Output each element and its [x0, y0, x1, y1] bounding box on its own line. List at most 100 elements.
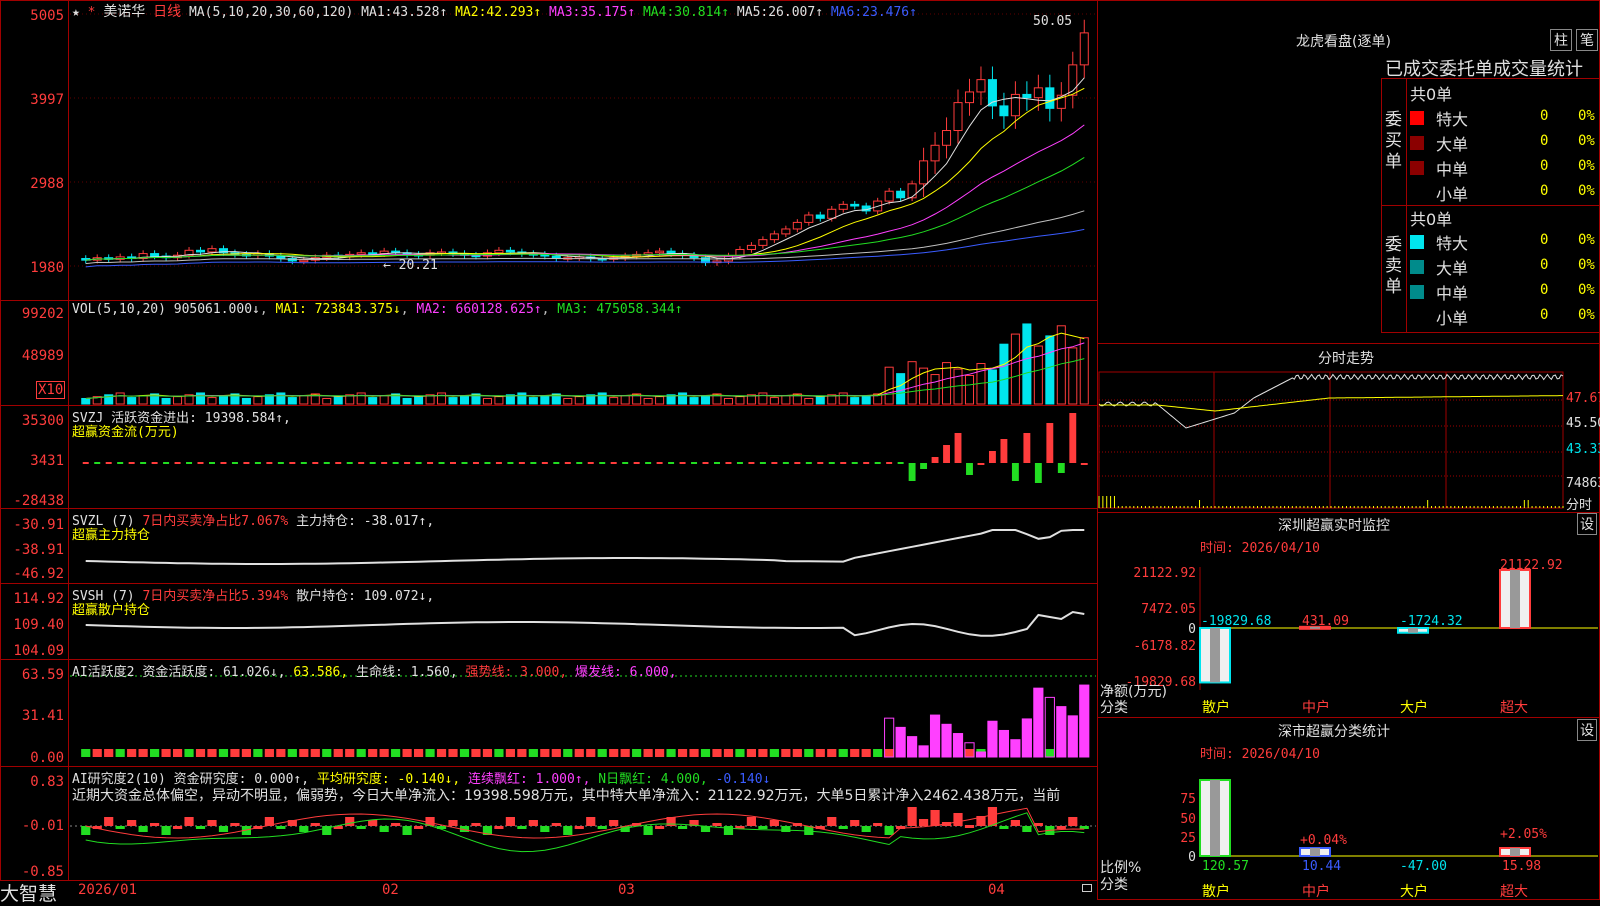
activity-base-bar — [288, 749, 297, 757]
ma6-label: MA6: — [831, 5, 862, 20]
volume-bar — [380, 396, 388, 404]
szmon-ytick: -6178.82 — [1100, 639, 1196, 654]
tag-icon: * — [88, 5, 96, 20]
activity-base-bar — [621, 749, 630, 757]
ma1-label: MA1: — [361, 5, 392, 20]
activity-base-bar — [414, 749, 423, 757]
lhkp-tick-button[interactable]: 笔 — [1576, 29, 1598, 51]
volume-bar — [323, 398, 331, 404]
candle-body — [747, 245, 755, 249]
activity-base-bar — [345, 749, 354, 757]
svzl-line1: 7日内买卖净占比7.067% — [142, 514, 288, 529]
research-bar — [345, 817, 354, 826]
fst-ytick: 47.67 — [1566, 391, 1600, 406]
research-bar — [517, 826, 526, 829]
fst-ytick: 45.50 — [1566, 416, 1600, 431]
vol-unit-badge[interactable]: X10 — [36, 381, 65, 399]
activity-base-bar — [253, 749, 262, 757]
svzj-ytick: 35300 — [0, 413, 64, 429]
kline-ytick: 5005 — [0, 8, 64, 24]
activity-base-bar — [184, 749, 193, 757]
activity-base-bar — [770, 749, 779, 757]
szmon-value: 21122.92 — [1500, 558, 1563, 573]
ma5-value: 26.007↑ — [768, 5, 823, 20]
svzl-line2: 主力持仓: -38.017↑, — [296, 514, 434, 529]
volume-bar — [1080, 338, 1088, 404]
research-bar — [127, 820, 136, 826]
szstat-bottom-val: 120.57 — [1202, 859, 1249, 874]
brand-logo: 大智慧 — [0, 879, 57, 906]
lhkp-bar-button[interactable]: 柱 — [1550, 29, 1572, 51]
activity-base-bar — [150, 749, 159, 757]
research-bar — [311, 823, 320, 826]
activity-base-bar — [139, 749, 148, 757]
fund-flow-bar — [920, 463, 927, 469]
szstat-settings-button[interactable]: 设 — [1577, 719, 1597, 741]
volume-bar — [208, 398, 216, 404]
volume-bar — [656, 397, 664, 404]
volume-bar — [162, 398, 170, 404]
research-bar — [391, 823, 400, 826]
szstat-bottom-val: -47.00 — [1400, 859, 1447, 874]
buy-row-qty: 0 — [1540, 133, 1548, 149]
ma1-value: 43.528↑ — [392, 5, 447, 20]
research-bar — [161, 826, 170, 835]
ma5-label: MA5: — [737, 5, 768, 20]
lhkp-side-divider — [1406, 78, 1407, 333]
candle-body — [977, 80, 985, 92]
volume-bar — [805, 398, 813, 404]
activity-base-bar — [494, 749, 503, 757]
szstat-pct: +2.05% — [1500, 827, 1547, 842]
szstat-time: 时间: 2026/04/10 — [1200, 743, 1320, 762]
research-bar — [219, 826, 228, 832]
fund-flow-bar — [1069, 413, 1076, 463]
activity-base-bar — [506, 749, 515, 757]
sell-row-pct: 0% — [1578, 232, 1595, 248]
research-bar — [908, 807, 917, 826]
candle-body — [1034, 88, 1042, 98]
sell-row-pct: 0% — [1578, 307, 1595, 323]
buy-row-pct: 0% — [1578, 158, 1595, 174]
research-bar — [712, 823, 721, 826]
buy-row-qty: 0 — [1540, 108, 1548, 124]
lock-icon[interactable] — [1082, 884, 1092, 892]
activity-base-bar — [850, 749, 859, 757]
period-label[interactable]: 日线 — [153, 4, 181, 20]
svzj-ytick: 3431 — [0, 453, 64, 469]
buy-row-qty: 0 — [1540, 183, 1548, 199]
research-bar — [644, 826, 653, 835]
szmon-settings-button[interactable]: 设 — [1577, 513, 1597, 535]
activity-base-bar — [276, 749, 285, 757]
ai1-line3: 生命线: 1.560, — [356, 665, 458, 680]
research-bar — [965, 825, 974, 828]
activity-base-bar — [701, 749, 710, 757]
volume-bar — [759, 393, 767, 404]
research-bar — [540, 826, 549, 832]
volume-bar — [529, 398, 537, 404]
buy-color-swatch — [1410, 111, 1424, 125]
candle-body — [1080, 33, 1088, 65]
svzl-ytick: -38.91 — [0, 542, 64, 558]
volume-bar — [541, 396, 549, 404]
activity-base-bar — [380, 749, 389, 757]
svzl-subtitle: 超赢主力持仓 — [72, 524, 150, 543]
research-bar — [598, 826, 607, 829]
activity-base-bar — [781, 749, 790, 757]
volume-bar — [575, 397, 583, 404]
activity-base-bar — [471, 749, 480, 757]
ai2-ytick: -0.85 — [0, 864, 64, 880]
stock-name[interactable]: 美诺华 — [103, 4, 145, 20]
volume-bar — [1023, 324, 1031, 404]
activity-bar — [1045, 697, 1054, 757]
fund-flow-bar — [1012, 463, 1019, 481]
candle-body — [943, 131, 951, 146]
research-bar — [885, 826, 894, 835]
ai1-line5: 爆发线: 6.000, — [575, 665, 677, 680]
chart-canvas — [0, 0, 1100, 900]
star-icon[interactable]: ★ — [72, 5, 80, 20]
research-bar — [575, 826, 584, 829]
szmon-value: -1724.32 — [1400, 614, 1463, 629]
volume-bar — [288, 398, 296, 404]
activity-base-bar — [758, 749, 767, 757]
activity-bar — [919, 746, 928, 757]
